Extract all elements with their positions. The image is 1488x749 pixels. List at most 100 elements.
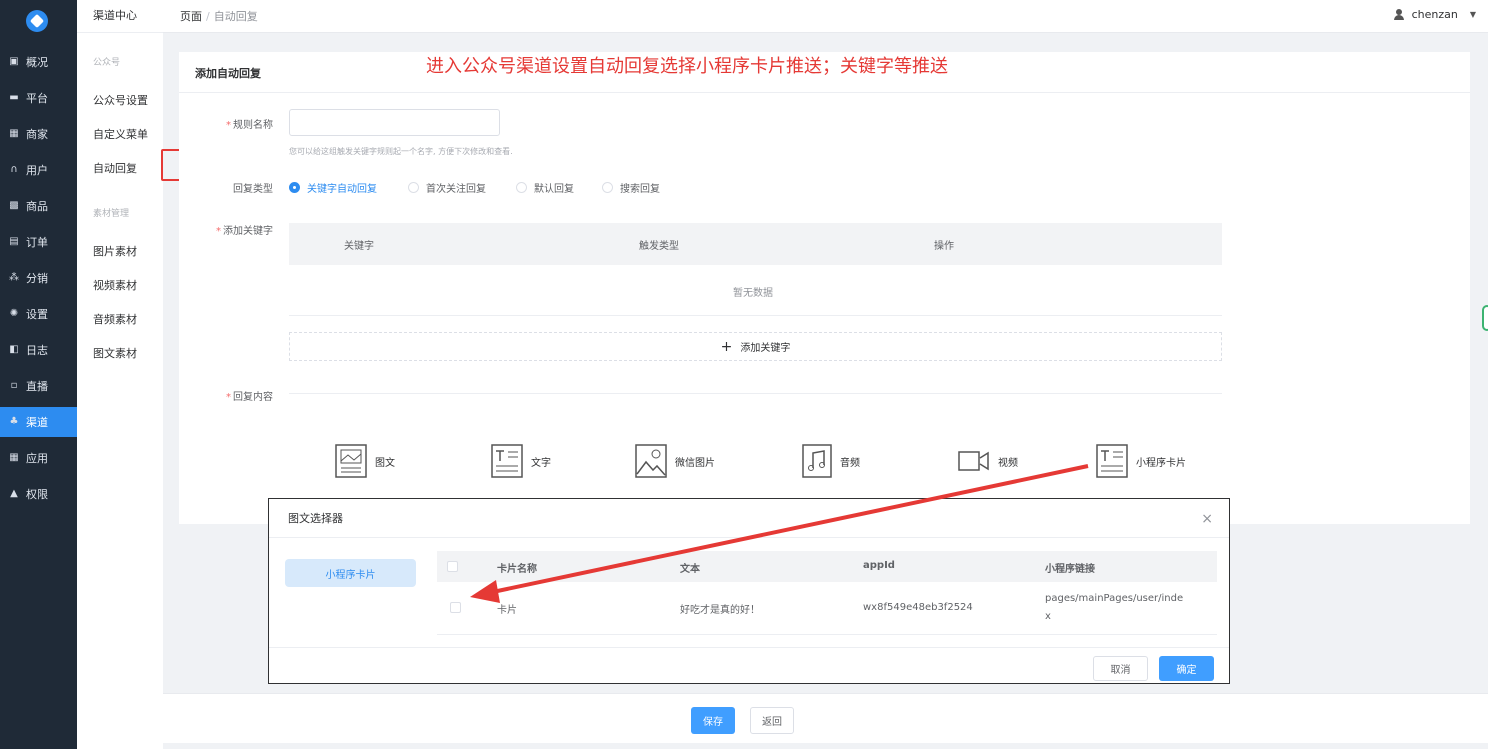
submenu-item-account-settings[interactable]: 公众号设置: [93, 92, 148, 108]
sidebar-item-label: 分销: [26, 272, 48, 285]
dialog-title: 图文选择器: [288, 512, 343, 525]
back-button[interactable]: 返回: [750, 707, 794, 734]
logo-icon[interactable]: [26, 10, 48, 32]
row-checkbox[interactable]: [450, 602, 461, 613]
dialog-divider: [269, 537, 1229, 538]
dialog-footer-divider: [269, 647, 1229, 648]
sidebar-item[interactable]: ▬ 平台: [0, 83, 77, 113]
radio-default-reply[interactable]: 默认回复: [516, 180, 574, 195]
reply-content-divider: [289, 393, 1222, 394]
sidebar-item[interactable]: ▣ 概况: [0, 47, 77, 77]
content-type-picture[interactable]: 微信图片: [635, 444, 715, 478]
floating-widget-icon[interactable]: [1482, 305, 1488, 331]
sidebar-item-label: 平台: [26, 92, 48, 105]
submenu-item-image-material[interactable]: 图片素材: [93, 243, 137, 259]
cell-text: 好吃才是真的好！: [680, 605, 760, 616]
content-type-image-text[interactable]: 图文: [335, 444, 395, 478]
top-bar: 页面 / 自动回复 chenzan ▼: [163, 0, 1488, 33]
column-card-name: 卡片名称: [497, 564, 537, 575]
save-button[interactable]: 保存: [691, 707, 735, 734]
headset-icon: ∩: [10, 164, 18, 175]
content-type-text[interactable]: 文字: [491, 444, 551, 478]
sidebar-item[interactable]: ▫ 直播: [0, 371, 77, 401]
cell-card-name: 卡片: [497, 605, 517, 616]
article-picker-dialog: 图文选择器 × 小程序卡片 卡片名称 文本 appId 小程序链接 卡片 好吃才…: [268, 498, 1230, 684]
card-divider: [179, 92, 1470, 93]
sidebar-item[interactable]: ⁂ 分销: [0, 263, 77, 293]
submenu-item-audio-material[interactable]: 音频素材: [93, 311, 137, 327]
content-type-audio[interactable]: 音频: [802, 444, 860, 478]
add-keyword-label: * 添加关键字: [216, 226, 273, 237]
confirm-button[interactable]: 确定: [1159, 656, 1214, 681]
sidebar-item-label: 商品: [26, 200, 48, 213]
breadcrumb-separator: /: [206, 10, 210, 23]
keyword-table-header: 关键字 触发类型 操作: [289, 223, 1222, 265]
apps-icon: ▦: [9, 452, 19, 463]
gear-icon: ✺: [9, 308, 19, 319]
log-icon: ◧: [9, 344, 19, 355]
sidebar-item[interactable]: ▩ 商品: [0, 191, 77, 221]
breadcrumb: 页面 / 自动回复: [180, 8, 258, 24]
column-text: 文本: [680, 564, 700, 575]
sidebar-item[interactable]: ▲ 权限: [0, 479, 77, 509]
card-table-header: 卡片名称 文本 appId 小程序链接: [437, 551, 1217, 582]
column-keyword: 关键字: [344, 241, 374, 252]
network-icon: ⁂: [9, 272, 19, 283]
column-trigger-type: 触发类型: [639, 241, 679, 252]
image-text-icon: [335, 444, 367, 478]
table-row[interactable]: 卡片 好吃才是真的好！ wx8f549e48eb3f2524 pages/mai…: [437, 582, 1217, 635]
bottom-action-bar: 保存 返回: [163, 693, 1488, 743]
submenu-item-custom-menu[interactable]: 自定义菜单: [93, 126, 148, 142]
content-type-video[interactable]: 视频: [958, 444, 1018, 478]
rule-name-input[interactable]: [289, 109, 500, 136]
sidebar-item[interactable]: ▦ 应用: [0, 443, 77, 473]
channel-icon: ♣: [9, 416, 19, 427]
sidebar-item[interactable]: ◧ 日志: [0, 335, 77, 365]
empty-text: 暂无数据: [733, 288, 773, 299]
sidebar-item-label: 用户: [26, 164, 48, 177]
chevron-down-icon: ▼: [1469, 10, 1476, 19]
content-type-mini-program-card[interactable]: 小程序卡片: [1096, 444, 1186, 478]
sidebar-item-label: 设置: [26, 308, 48, 321]
user-icon: [1393, 9, 1404, 20]
sidebar-item[interactable]: ✺ 设置: [0, 299, 77, 329]
store-icon: ▦: [9, 128, 19, 139]
close-icon[interactable]: ×: [1201, 511, 1213, 527]
video-icon: [958, 451, 989, 471]
sidebar-item[interactable]: ▦ 商家: [0, 119, 77, 149]
sidebar-item-label: 商家: [26, 128, 48, 141]
submenu-item-auto-reply[interactable]: 自动回复: [93, 160, 137, 176]
dashboard-icon: ▣: [9, 56, 19, 67]
goods-icon: ▩: [9, 200, 19, 211]
sidebar-item[interactable]: ∩ 用户: [0, 155, 77, 185]
required-mark: *: [226, 120, 231, 131]
select-all-checkbox[interactable]: [447, 561, 458, 572]
breadcrumb-root[interactable]: 页面: [180, 10, 202, 23]
sidebar-item[interactable]: ♣ 渠道: [0, 407, 77, 437]
submenu-item-article-material[interactable]: 图文素材: [93, 345, 137, 361]
sidebar-item-label: 概况: [26, 56, 48, 69]
radio-follow-reply[interactable]: 首次关注回复: [408, 180, 486, 195]
user-menu[interactable]: chenzan ▼: [1393, 8, 1476, 21]
tab-mini-program-card[interactable]: 小程序卡片: [285, 559, 416, 587]
radio-dot: [516, 182, 527, 193]
cancel-button[interactable]: 取消: [1093, 656, 1148, 681]
sidebar-item-label: 订单: [26, 236, 48, 249]
radio-dot: [408, 182, 419, 193]
plus-icon: +: [720, 338, 733, 355]
sidebar-item[interactable]: ▤ 订单: [0, 227, 77, 257]
radio-keyword-reply[interactable]: 关键字自动回复: [289, 180, 377, 195]
cell-link-line1: pages/mainPages/user/inde: [1045, 593, 1184, 604]
add-keyword-button[interactable]: + 添加关键字: [289, 332, 1222, 361]
radio-dot: [289, 182, 300, 193]
submenu-title: 渠道中心: [77, 0, 163, 33]
main-sidebar: ▣ 概况 ▬ 平台 ▦ 商家 ∩ 用户 ▩ 商品 ▤ 订单 ⁂ 分销 ✺ 设置 ◧ 日志 ▫ 直播 ♣ 渠道 ▦ 应用 ▲ 权限: [0, 0, 77, 749]
column-action: 操作: [934, 241, 954, 252]
reply-type-label: 回复类型: [233, 184, 273, 195]
reply-content-label: * 回复内容: [226, 392, 273, 403]
radio-dot: [602, 182, 613, 193]
radio-search-reply[interactable]: 搜索回复: [602, 180, 660, 195]
sidebar-item-label: 渠道: [26, 416, 48, 429]
submenu-item-video-material[interactable]: 视频素材: [93, 277, 137, 293]
cell-link-line2: x: [1045, 611, 1051, 622]
